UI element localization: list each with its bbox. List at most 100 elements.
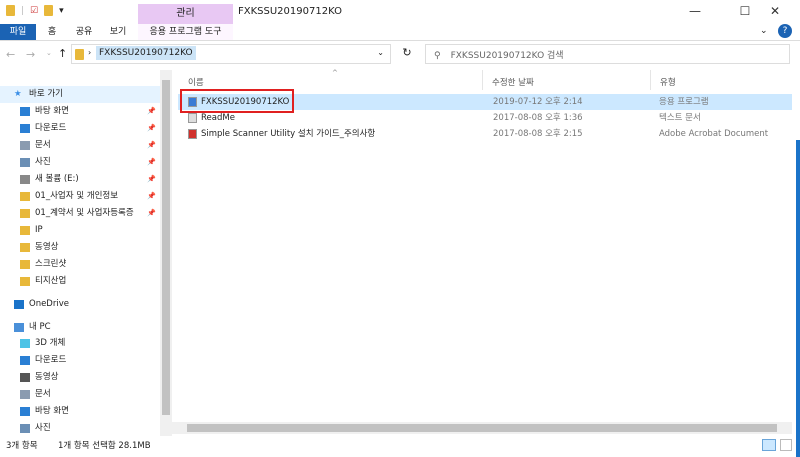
sidebar-item[interactable]: 3D 개체 [0, 335, 160, 352]
minimize-button[interactable]: — [680, 4, 710, 18]
file-type: Adobe Acrobat Document [659, 129, 769, 139]
tab-home[interactable]: 홈 [40, 24, 64, 40]
desktop-icon [20, 407, 30, 416]
new-folder-icon[interactable] [44, 5, 54, 16]
sidebar-item[interactable]: 다운로드 [0, 352, 160, 369]
pin-icon[interactable]: 📌 [147, 120, 156, 137]
address-dropdown-icon[interactable]: ⌄ [377, 48, 384, 57]
customize-dropdown-icon[interactable]: ▾ [59, 6, 64, 16]
sidebar-item[interactable]: ★ 바로 가기 [0, 86, 160, 103]
properties-icon[interactable]: ☑ [30, 6, 38, 16]
column-name[interactable]: 이름 [188, 76, 204, 88]
tab-share[interactable]: 공유 [70, 24, 98, 40]
column-date[interactable]: 수정한 날짜 [492, 76, 534, 88]
folder-icon [20, 277, 30, 286]
folder-icon [20, 243, 30, 252]
pin-icon[interactable]: 📌 [147, 205, 156, 222]
pin-icon[interactable]: 📌 [147, 154, 156, 171]
selection-info: 1개 항목 선택함 28.1MB [58, 441, 151, 451]
tab-file[interactable]: 파일 [0, 24, 36, 40]
sidebar-item-label: 티지산업 [35, 276, 67, 286]
sidebar-item[interactable]: 바탕 화면 📌 [0, 103, 160, 120]
desktop-icon [20, 107, 30, 116]
ribbon-tabs: 파일 홈 공유 보기 응용 프로그램 도구 ⌄ ? [0, 24, 800, 41]
sidebar-item-label: 문서 [35, 389, 51, 399]
sidebar-item[interactable]: 바탕 화면 [0, 403, 160, 420]
sidebar-item[interactable]: 01_사업자 및 개인정보 📌 [0, 188, 160, 205]
large-icons-view-button[interactable] [780, 439, 792, 451]
sidebar-item[interactable]: 동영상 [0, 369, 160, 386]
folder-icon[interactable] [6, 5, 15, 16]
breadcrumb-separator-icon[interactable]: › [88, 48, 91, 57]
help-button[interactable]: ? [778, 24, 792, 38]
pin-icon[interactable]: 📌 [147, 171, 156, 188]
file-type: 텍스트 문서 [659, 113, 701, 123]
breadcrumb-current[interactable]: FXKSSU20190712KO [96, 46, 196, 60]
status-bar: 3개 항목 1개 항목 선택함 28.1MB [0, 436, 800, 457]
sidebar-item-label: 내 PC [29, 322, 51, 332]
tab-view[interactable]: 보기 [102, 24, 134, 40]
sidebar-item-label: 동영상 [35, 372, 59, 382]
pin-icon[interactable]: 📌 [147, 103, 156, 120]
sidebar-item[interactable]: 다운로드 📌 [0, 120, 160, 137]
sidebar-item[interactable]: 문서 📌 [0, 137, 160, 154]
refresh-button[interactable]: ↻ [396, 46, 418, 64]
pictures-icon [20, 158, 30, 167]
close-button[interactable]: ✕ [760, 4, 790, 18]
folder-icon [20, 209, 30, 218]
folder-icon [75, 49, 84, 60]
download-icon [20, 356, 30, 365]
file-date: 2017-08-08 오후 1:36 [493, 113, 583, 123]
pin-icon[interactable]: 📌 [147, 188, 156, 205]
sidebar-item-label: 01_계약서 및 사업자등록증 [35, 208, 134, 218]
column-type[interactable]: 유형 [660, 76, 676, 88]
sidebar-item-label: 문서 [35, 140, 51, 150]
star-icon: ★ [14, 89, 22, 99]
sidebar-item[interactable]: 사진 [0, 420, 160, 437]
recent-dropdown-icon[interactable]: ⌄ [46, 49, 52, 57]
sidebar-item[interactable]: 사진 📌 [0, 154, 160, 171]
3d-objects-icon [20, 339, 30, 348]
window-title: FXKSSU20190712KO [238, 6, 342, 17]
sidebar-item-label: 01_사업자 및 개인정보 [35, 191, 119, 201]
sidebar-item-label: 3D 개체 [35, 338, 66, 348]
up-icon[interactable]: ↑ [58, 47, 67, 60]
folder-icon [20, 192, 30, 201]
folder-icon [20, 226, 30, 235]
cloud-icon [14, 300, 24, 309]
sidebar-item[interactable]: OneDrive [0, 296, 160, 313]
download-icon [20, 124, 30, 133]
pictures-icon [20, 424, 30, 433]
ribbon-expand-icon[interactable]: ⌄ [760, 26, 768, 36]
details-view-button[interactable] [762, 439, 776, 451]
sidebar-item-label: 바탕 화면 [35, 106, 69, 116]
scrollbar-thumb[interactable] [162, 80, 170, 415]
document-icon [20, 141, 30, 150]
forward-icon[interactable]: → [26, 48, 35, 61]
quick-access-toolbar: | ☑ ▾ [6, 5, 64, 16]
sidebar-item[interactable]: IP [0, 222, 160, 239]
sidebar-item-label: 새 볼륨 (E:) [35, 174, 79, 184]
sidebar-item-label: 사진 [35, 157, 51, 167]
sidebar-item[interactable]: 스크린샷 [0, 256, 160, 273]
column-divider[interactable] [650, 70, 651, 90]
sidebar-item-label: 동영상 [35, 242, 59, 252]
navigation-pane: ★ 바로 가기 바탕 화면 📌 다운로드 📌 문서 📌 사진 📌 새 볼륨 (E:) 📌 01_사업자 … [0, 80, 160, 436]
sidebar-item[interactable]: 티지산업 [0, 273, 160, 290]
tab-application-tools[interactable]: 응용 프로그램 도구 [138, 24, 233, 40]
file-row[interactable]: Simple Scanner Utility 설치 가이드_주의사항 2017-… [178, 126, 792, 142]
sidebar-item[interactable]: 동영상 [0, 239, 160, 256]
search-input[interactable]: ⚲ FXKSSU20190712KO 검색 [425, 44, 790, 64]
file-date: 2017-08-08 오후 2:15 [493, 129, 583, 139]
maximize-button[interactable]: ☐ [730, 4, 760, 18]
sidebar-item[interactable]: 내 PC [0, 319, 160, 336]
sidebar-item-label: 바로 가기 [29, 89, 63, 99]
column-divider[interactable] [482, 70, 483, 90]
sidebar-item[interactable]: 문서 [0, 386, 160, 403]
sidebar-item[interactable]: 새 볼륨 (E:) 📌 [0, 171, 160, 188]
back-icon[interactable]: ← [6, 48, 15, 61]
sidebar-item-label: 사진 [35, 423, 51, 433]
scrollbar-thumb[interactable] [187, 424, 777, 432]
sidebar-item[interactable]: 01_계약서 및 사업자등록증 📌 [0, 205, 160, 222]
pin-icon[interactable]: 📌 [147, 137, 156, 154]
